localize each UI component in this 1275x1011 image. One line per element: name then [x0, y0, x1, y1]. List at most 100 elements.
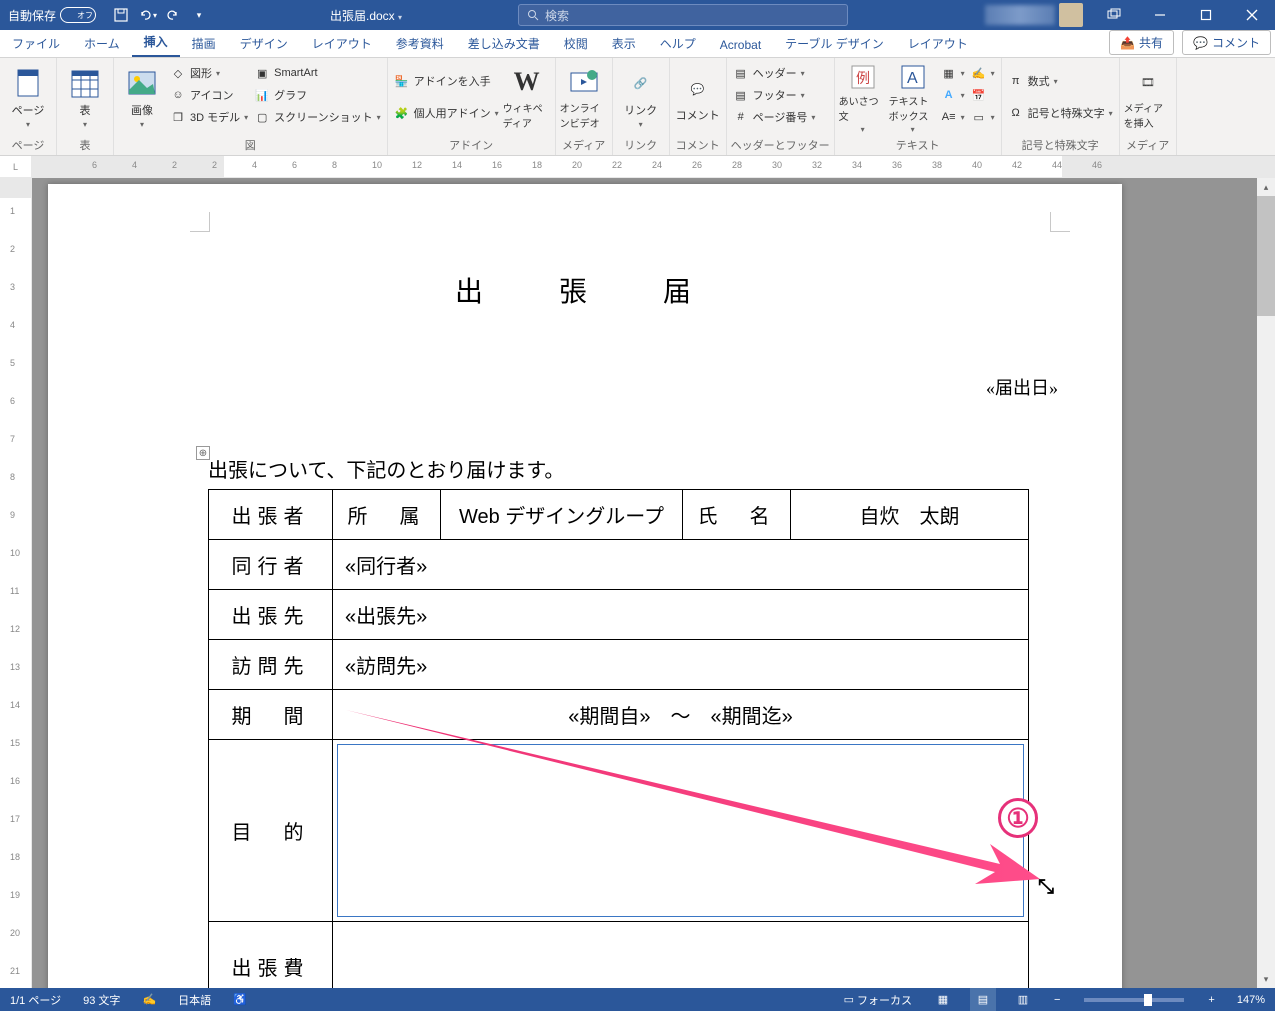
tab-view[interactable]: 表示: [600, 31, 648, 57]
document-viewport[interactable]: 出 張 届 «届出日» 出張について、下記のとおり届けます。 ⊕ 出張者 所 属…: [32, 178, 1275, 988]
3dmodel-button[interactable]: ❒3D モデル▾: [168, 106, 250, 128]
cell-label[interactable]: 出張先: [209, 590, 333, 640]
cell-value[interactable]: «出張先»: [333, 590, 1029, 640]
tab-references[interactable]: 参考資料: [384, 31, 456, 57]
link-button[interactable]: 🔗 リンク▾: [617, 62, 665, 134]
footer-button[interactable]: ▤フッター▾: [731, 84, 818, 106]
status-proofing-icon[interactable]: ✍: [138, 988, 160, 1011]
symbol-button[interactable]: Ω記号と特殊文字▾: [1006, 102, 1115, 124]
datetime-button[interactable]: 📅: [969, 84, 997, 106]
form-table[interactable]: 出張者 所 属 Web デザイングループ 氏 名 自炊 太朗 同行者 «同行者»…: [208, 489, 1029, 988]
table-row[interactable]: 出張者 所 属 Web デザイングループ 氏 名 自炊 太朗: [209, 490, 1029, 540]
status-wordcount[interactable]: 93 文字: [79, 988, 124, 1011]
tab-design[interactable]: デザイン: [228, 31, 300, 57]
selected-textbox[interactable]: [337, 744, 1024, 917]
dropcap-button[interactable]: A≡▾: [939, 106, 967, 128]
get-addins-button[interactable]: 🏪アドインを入手: [392, 70, 501, 92]
tab-home[interactable]: ホーム: [72, 31, 132, 57]
insert-media-button[interactable]: 🎞 メディアを挿入: [1124, 62, 1172, 134]
comment-button[interactable]: 💬 コメント: [674, 62, 722, 134]
tab-draw[interactable]: 描画: [180, 31, 228, 57]
tab-help[interactable]: ヘルプ: [648, 31, 708, 57]
screenshot-button[interactable]: ▢スクリーンショット▾: [252, 106, 382, 128]
close-button[interactable]: [1229, 0, 1275, 30]
smartart-button[interactable]: ▣SmartArt: [252, 62, 382, 84]
table-button[interactable]: 表▾: [61, 62, 109, 134]
tab-review[interactable]: 校閲: [552, 31, 600, 57]
table-row[interactable]: 訪問先 «訪問先»: [209, 640, 1029, 690]
table-row[interactable]: 同行者 «同行者»: [209, 540, 1029, 590]
qat-dropdown-icon[interactable]: ▾: [188, 4, 210, 26]
table-anchor-icon[interactable]: ⊕: [196, 446, 210, 460]
tab-insert[interactable]: 挿入: [132, 29, 180, 57]
cell-label[interactable]: 目 的: [209, 740, 333, 922]
search-box[interactable]: 検索: [518, 4, 848, 26]
print-layout-icon[interactable]: ▤: [970, 988, 996, 1011]
pages-button[interactable]: ページ▾: [4, 62, 52, 134]
maximize-button[interactable]: [1183, 0, 1229, 30]
icons-button[interactable]: ☺アイコン: [168, 84, 250, 106]
scroll-down-icon[interactable]: ▾: [1257, 970, 1275, 988]
cell-value[interactable]: [333, 922, 1029, 989]
cell-label[interactable]: 同行者: [209, 540, 333, 590]
user-avatar[interactable]: [1059, 3, 1083, 27]
cell-label[interactable]: 出張者: [209, 490, 333, 540]
pictures-button[interactable]: 画像▾: [118, 62, 166, 134]
online-video-button[interactable]: オンラインビデオ: [560, 62, 608, 134]
undo-icon[interactable]: ▾: [136, 4, 158, 26]
status-accessibility-icon[interactable]: ♿: [229, 988, 251, 1011]
read-mode-icon[interactable]: ▦: [930, 988, 956, 1011]
table-row[interactable]: 出張先 «出張先»: [209, 590, 1029, 640]
zoom-level[interactable]: 147%: [1233, 988, 1269, 1011]
save-icon[interactable]: [110, 4, 132, 26]
horizontal-ruler[interactable]: 6422468101214161820222426283032343638404…: [32, 156, 1275, 178]
autosave-switch[interactable]: オフ: [60, 7, 96, 23]
vertical-scrollbar[interactable]: ▴ ▾: [1257, 178, 1275, 988]
tab-acrobat[interactable]: Acrobat: [708, 34, 773, 57]
tab-table-design[interactable]: テーブル デザイン: [773, 31, 896, 57]
merge-field-date[interactable]: «届出日»: [48, 374, 1058, 400]
wikipedia-button[interactable]: W ウィキペディア: [503, 62, 551, 134]
status-language[interactable]: 日本語: [174, 988, 215, 1011]
shapes-button[interactable]: ◇図形▾: [168, 62, 250, 84]
tab-file[interactable]: ファイル: [0, 31, 72, 57]
tab-layout[interactable]: レイアウト: [300, 31, 384, 57]
my-addins-button[interactable]: 🧩個人用アドイン▾: [392, 102, 501, 124]
header-button[interactable]: ▤ヘッダー▾: [731, 62, 818, 84]
textbox-button[interactable]: A テキストボックス▾: [889, 62, 937, 134]
minimize-button[interactable]: [1137, 0, 1183, 30]
scrollbar-thumb[interactable]: [1257, 196, 1275, 316]
object-button[interactable]: ▭▾: [969, 106, 997, 128]
autosave-toggle[interactable]: 自動保存 オフ: [0, 7, 104, 24]
table-row[interactable]: 出張費: [209, 922, 1029, 989]
web-layout-icon[interactable]: ▥: [1010, 988, 1036, 1011]
user-name[interactable]: [985, 5, 1055, 25]
cell-value[interactable]: «期間自» ～ «期間迄»: [333, 690, 1029, 740]
cell-value[interactable]: «訪問先»: [333, 640, 1029, 690]
ribbon-display-icon[interactable]: [1091, 0, 1137, 30]
document-page[interactable]: 出 張 届 «届出日» 出張について、下記のとおり届けます。 ⊕ 出張者 所 属…: [48, 184, 1122, 988]
scroll-up-icon[interactable]: ▴: [1257, 178, 1275, 196]
zoom-out-button[interactable]: −: [1050, 988, 1064, 1011]
equation-button[interactable]: π数式▾: [1006, 70, 1115, 92]
cell-label[interactable]: 期 間: [209, 690, 333, 740]
quickparts-button[interactable]: ▦▾: [939, 62, 967, 84]
tab-table-layout[interactable]: レイアウト: [896, 31, 980, 57]
share-button[interactable]: 📤共有: [1109, 30, 1174, 55]
redo-icon[interactable]: [162, 4, 184, 26]
cell-label[interactable]: 所 属: [333, 490, 441, 540]
intro-text[interactable]: 出張について、下記のとおり届けます。: [208, 454, 1122, 483]
focus-mode-button[interactable]: ▭フォーカス: [840, 988, 916, 1011]
wordart-button[interactable]: A▾: [939, 84, 967, 106]
table-row[interactable]: 目 的: [209, 740, 1029, 922]
cell-label[interactable]: 訪問先: [209, 640, 333, 690]
cell-label[interactable]: 出張費: [209, 922, 333, 989]
pagenumber-button[interactable]: #ページ番号▾: [731, 106, 818, 128]
chart-button[interactable]: 📊グラフ: [252, 84, 382, 106]
zoom-slider[interactable]: [1084, 998, 1184, 1002]
document-heading[interactable]: 出 張 届: [48, 270, 1122, 310]
cell-purpose[interactable]: [333, 740, 1029, 922]
greeting-button[interactable]: 例 あいさつ文▾: [839, 62, 887, 134]
tab-mailings[interactable]: 差し込み文書: [456, 31, 552, 57]
zoom-knob[interactable]: [1144, 994, 1152, 1006]
